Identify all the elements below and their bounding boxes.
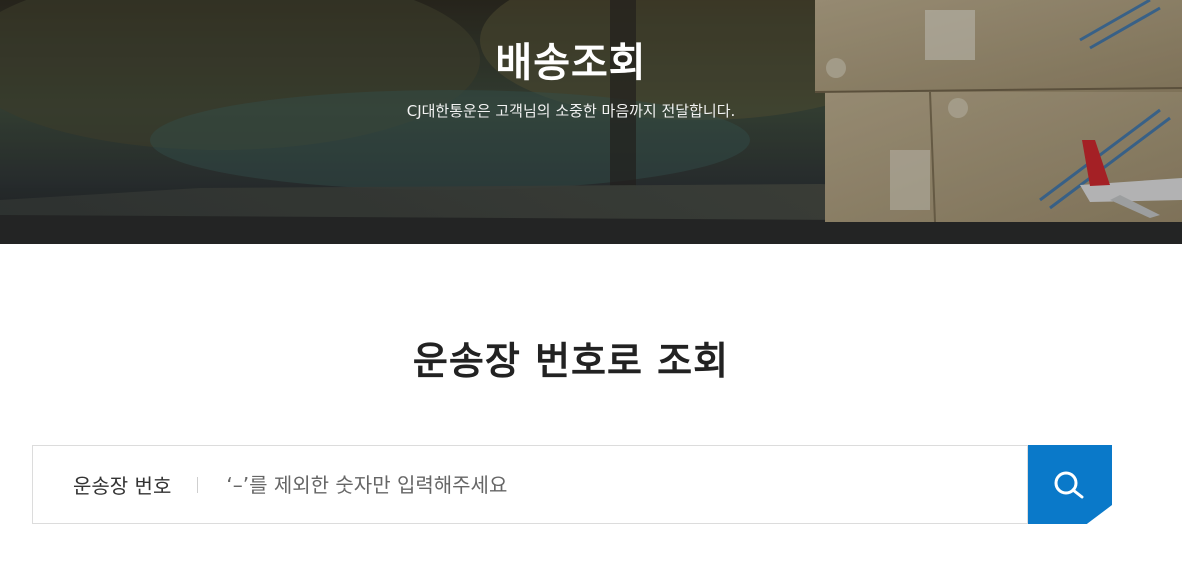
page-subtitle: CJ대한통운은 고객님의 소중한 마음까지 전달합니다. — [406, 102, 736, 120]
page-title: 배송조회 — [495, 40, 647, 86]
hero-banner: 배송조회 CJ대한통운은 고객님의 소중한 마음까지 전달합니다. — [0, 0, 1182, 244]
search-icon — [1054, 471, 1084, 498]
tracking-number-input[interactable] — [226, 454, 1027, 515]
label-divider — [197, 476, 199, 493]
tracking-number-label: 운송장 번호 — [73, 474, 172, 498]
section-title: 운송장 번호로 조회 — [412, 339, 730, 383]
search-button[interactable] — [1028, 445, 1112, 524]
tracking-search-form: 운송장 번호 — [32, 445, 1028, 524]
